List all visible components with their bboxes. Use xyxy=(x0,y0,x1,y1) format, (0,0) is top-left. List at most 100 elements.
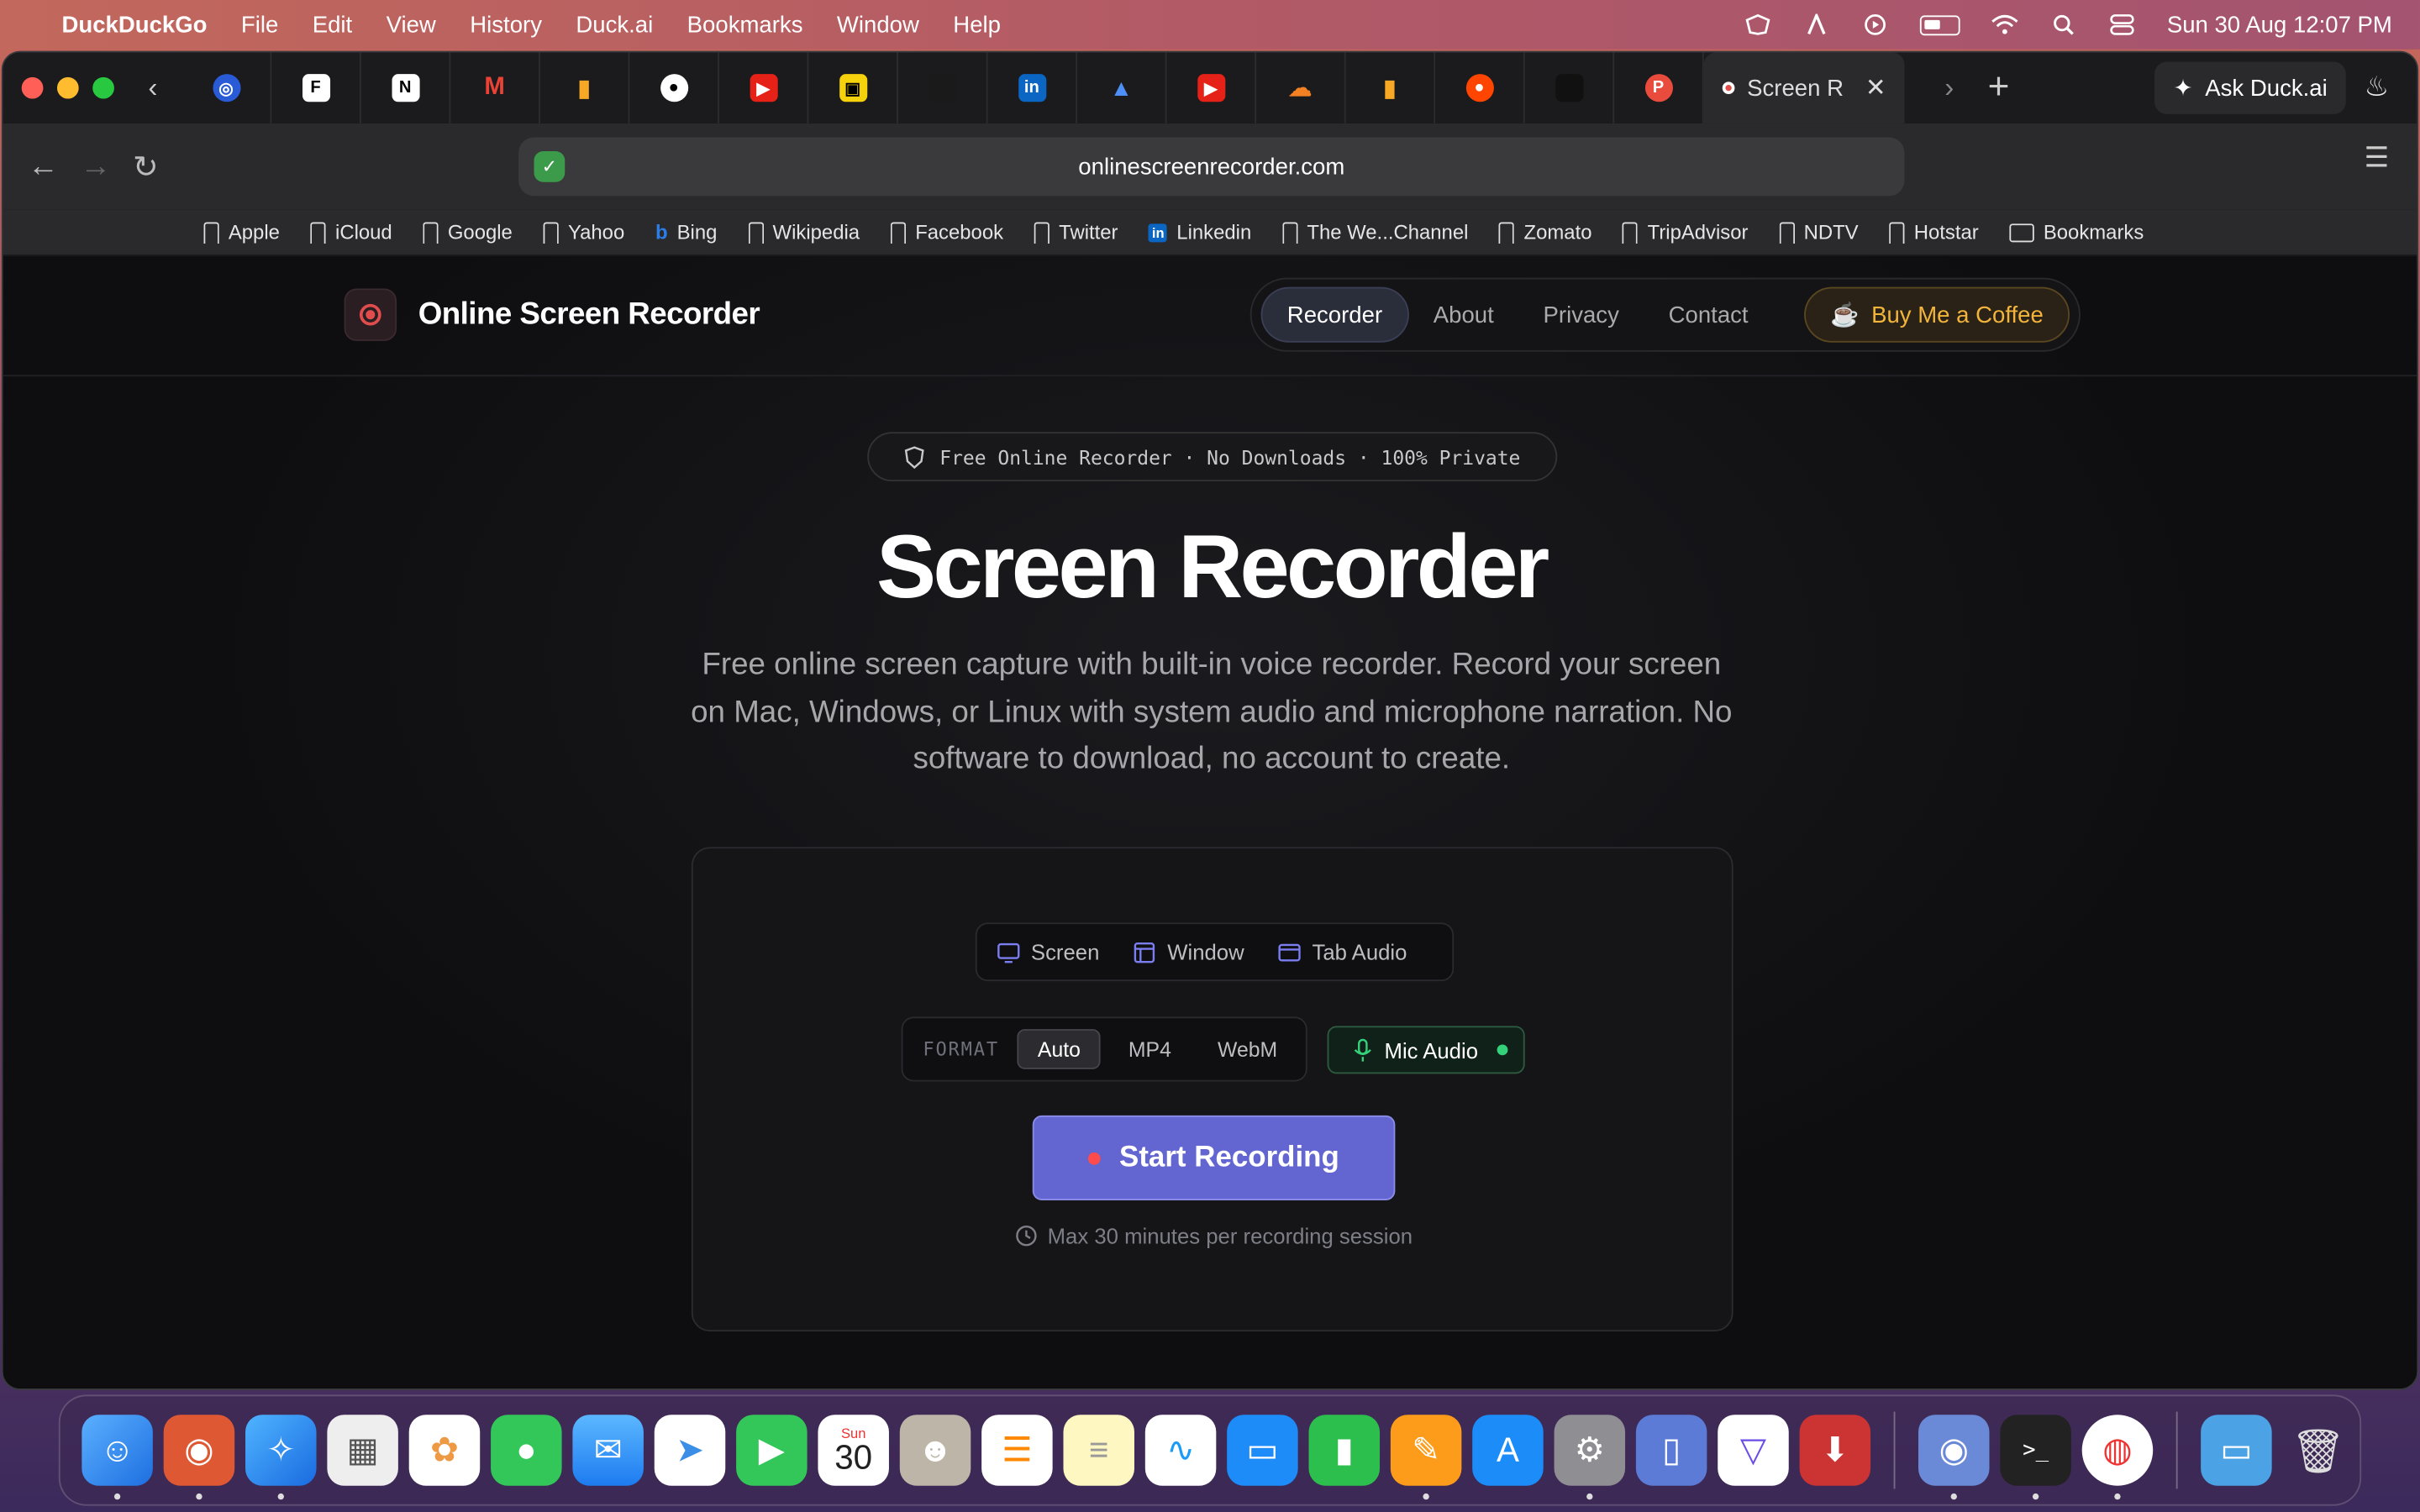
minimize-window-button[interactable] xyxy=(56,76,79,99)
keynote-icon[interactable]: ▭ xyxy=(1227,1415,1298,1486)
menu-app-name[interactable]: DuckDuckGo xyxy=(61,12,207,38)
address-bar[interactable]: ✓ onlinescreenrecorder.com xyxy=(518,137,1905,197)
vpn-icon[interactable]: ▽ xyxy=(1718,1415,1789,1486)
screen-recorder-app-icon[interactable]: ◉ xyxy=(1918,1415,1990,1500)
mode-window-button[interactable]: Window xyxy=(1119,931,1258,974)
reload-icon[interactable]: ↻ xyxy=(133,147,185,186)
pinned-tab[interactable]: ☁ xyxy=(1256,52,1346,123)
back-arrow-icon[interactable]: ← xyxy=(28,149,80,184)
nav-recorder[interactable]: Recorder xyxy=(1260,286,1409,343)
pinned-tab[interactable]: M xyxy=(450,52,540,123)
menu-file[interactable]: File xyxy=(241,12,278,38)
chrome-icon[interactable]: ◍ xyxy=(2081,1415,2154,1500)
reminders-icon[interactable]: ☰ xyxy=(981,1415,1053,1486)
bookmark-item[interactable]: Twitter xyxy=(1034,221,1118,244)
bookmark-item[interactable]: b Bing xyxy=(655,221,717,244)
site-logo[interactable]: Online Screen Recorder xyxy=(344,288,760,341)
tab-scroll-left-icon[interactable]: ‹ xyxy=(148,71,157,104)
bookmark-item[interactable]: The We...Channel xyxy=(1282,221,1468,244)
pinned-tab[interactable]: ◎ xyxy=(182,52,272,123)
menu-edit[interactable]: Edit xyxy=(313,12,352,38)
bookmark-item[interactable]: Hotstar xyxy=(1889,221,1979,244)
mode-screen-button[interactable]: Screen xyxy=(983,931,1113,974)
bookmark-item[interactable]: Wikipedia xyxy=(748,221,860,244)
battery-icon[interactable] xyxy=(1919,14,1960,35)
active-tab[interactable]: Screen R ✕ xyxy=(1703,52,1905,123)
pinned-tab[interactable]: ▲ xyxy=(1077,52,1167,123)
bookmark-folder[interactable]: Bookmarks xyxy=(2009,221,2144,244)
pinned-tab[interactable]: in xyxy=(987,52,1078,123)
pinned-tab[interactable]: ● xyxy=(629,52,719,123)
menu-datetime[interactable]: Sun 30 Aug 12:07 PM xyxy=(2167,12,2392,38)
bookmark-item[interactable]: NDTV xyxy=(1779,221,1859,244)
downloader-icon[interactable]: ⬇ xyxy=(1799,1415,1871,1486)
facetime-icon[interactable]: ▶ xyxy=(736,1415,808,1486)
format-webm-button[interactable]: WebM xyxy=(1199,1029,1296,1069)
pinned-tab[interactable]: ▣ xyxy=(808,52,898,123)
shield-status-icon[interactable] xyxy=(1744,13,1772,36)
menu-window[interactable]: Window xyxy=(837,12,919,38)
menu-hamburger-icon[interactable]: ☰ xyxy=(2365,142,2390,175)
safari-icon[interactable]: ✧ xyxy=(245,1415,317,1500)
app-store-icon[interactable]: A xyxy=(1472,1415,1544,1486)
buy-me-a-coffee-button[interactable]: ☕ Buy Me a Coffee xyxy=(1803,286,2070,343)
numbers-icon[interactable]: ▮ xyxy=(1308,1415,1381,1486)
pinned-tab[interactable]: ▮ xyxy=(1346,52,1436,123)
tab-scroll-right-icon[interactable]: › xyxy=(1944,71,1954,104)
text-a-icon[interactable] xyxy=(1802,12,1830,36)
pinned-tab[interactable] xyxy=(898,52,988,123)
maps-icon[interactable]: ➤ xyxy=(654,1415,726,1486)
system-settings-icon[interactable]: ⚙ xyxy=(1554,1415,1626,1500)
calendar-icon[interactable]: Sun 30 xyxy=(818,1415,889,1486)
format-auto-button[interactable]: Auto xyxy=(1018,1029,1101,1069)
menu-history[interactable]: History xyxy=(470,12,542,38)
launchpad-icon[interactable]: ▦ xyxy=(327,1415,398,1486)
spotlight-search-icon[interactable] xyxy=(2049,14,2077,36)
pinned-tab[interactable]: N xyxy=(361,52,451,123)
bookmark-item[interactable]: in Linkedin xyxy=(1149,221,1251,244)
menu-view[interactable]: View xyxy=(387,12,436,38)
menu-bookmarks[interactable]: Bookmarks xyxy=(687,12,803,38)
notes-icon[interactable]: ≡ xyxy=(1063,1415,1134,1486)
menu-duck-ai[interactable]: Duck.ai xyxy=(576,12,653,38)
fire-button-icon[interactable]: ♨ xyxy=(2365,71,2390,103)
pinned-tab[interactable]: F xyxy=(271,52,361,123)
freeform-icon[interactable]: ∿ xyxy=(1144,1415,1217,1486)
bookmark-item[interactable]: Yahoo xyxy=(543,221,624,244)
control-center-icon[interactable] xyxy=(2108,14,2136,36)
nav-privacy[interactable]: Privacy xyxy=(1518,287,1644,343)
start-recording-button[interactable]: Start Recording xyxy=(1032,1115,1396,1200)
pinned-tab[interactable]: P xyxy=(1614,52,1704,123)
pinned-tab[interactable]: ▶ xyxy=(719,52,809,123)
bookmark-item[interactable]: TripAdvisor xyxy=(1623,221,1748,244)
bookmark-item[interactable]: Google xyxy=(423,221,513,244)
remote-desktop-icon[interactable]: ▯ xyxy=(1635,1415,1707,1486)
zoom-window-button[interactable] xyxy=(92,76,114,99)
bookmark-item[interactable]: Apple xyxy=(203,221,280,244)
pinned-tab[interactable] xyxy=(1525,52,1615,123)
new-tab-icon[interactable]: + xyxy=(1988,66,2010,109)
close-tab-icon[interactable]: ✕ xyxy=(1865,72,1886,103)
mail-icon[interactable]: ✉ xyxy=(572,1415,644,1486)
forward-arrow-icon[interactable]: → xyxy=(81,149,133,184)
mic-audio-toggle[interactable]: Mic Audio xyxy=(1327,1026,1525,1074)
play-circle-icon[interactable] xyxy=(1861,13,1889,36)
bookmark-item[interactable]: iCloud xyxy=(310,221,392,244)
mode-tab-audio-button[interactable]: Tab Audio xyxy=(1265,931,1421,974)
menu-help[interactable]: Help xyxy=(953,12,1001,38)
finder-icon[interactable]: ☺ xyxy=(82,1415,153,1500)
pinned-tab[interactable]: ▮ xyxy=(540,52,630,123)
format-mp4-button[interactable]: MP4 xyxy=(1110,1029,1190,1069)
bookmark-item[interactable]: Zomato xyxy=(1499,221,1591,244)
messages-icon[interactable]: ● xyxy=(491,1415,562,1486)
duckduckgo-icon[interactable]: ◉ xyxy=(163,1415,235,1500)
pinned-tab[interactable]: ▶ xyxy=(1167,52,1257,123)
photos-icon[interactable]: ✿ xyxy=(408,1415,481,1486)
privacy-shield-icon[interactable]: ✓ xyxy=(534,150,566,182)
pages-icon[interactable]: ✎ xyxy=(1390,1415,1462,1500)
trash-icon[interactable]: 🗑 xyxy=(2282,1415,2353,1485)
terminal-icon[interactable]: >_ xyxy=(2000,1415,2071,1500)
close-window-button[interactable] xyxy=(21,76,44,99)
bookmark-item[interactable]: Facebook xyxy=(890,221,1003,244)
nav-about[interactable]: About xyxy=(1408,287,1518,343)
